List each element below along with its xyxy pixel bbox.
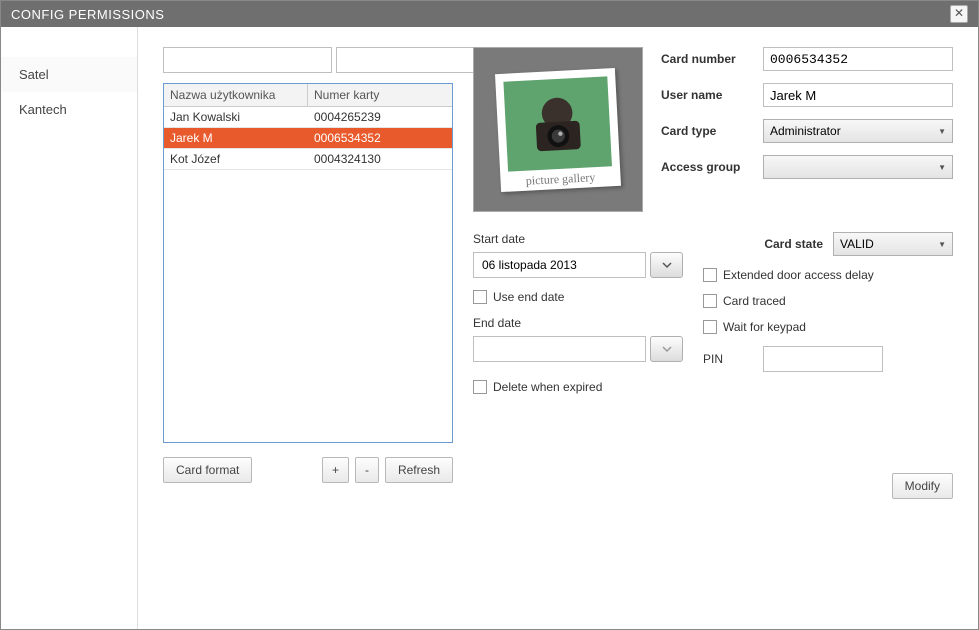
window-body: Satel Kantech Nazwa użytkownika Numer ka…	[1, 27, 978, 629]
table-actions: Card format + - Refresh	[163, 457, 453, 483]
column-header-card[interactable]: Numer karty	[308, 84, 452, 106]
wait-keypad-label: Wait for keypad	[723, 320, 806, 334]
card-type-label: Card type	[661, 124, 753, 138]
photo-caption: picture gallery	[500, 168, 621, 189]
use-end-date-checkbox[interactable]	[473, 290, 487, 304]
window-title: CONFIG PERMISSIONS	[11, 7, 164, 22]
delete-when-expired-label: Delete when expired	[493, 380, 602, 394]
cell-card: 0004324130	[308, 149, 452, 169]
card-number-input[interactable]	[763, 47, 953, 71]
config-permissions-window: CONFIG PERMISSIONS ✕ Satel Kantech Nazwa…	[0, 0, 979, 630]
use-end-date-label: Use end date	[493, 290, 564, 304]
end-date-picker-button[interactable]	[650, 336, 683, 362]
sidebar: Satel Kantech	[1, 27, 138, 629]
access-group-label: Access group	[661, 160, 753, 174]
dates-column: Start date Use end date End date	[473, 232, 683, 406]
user-name-input[interactable]	[763, 83, 953, 107]
remove-user-button[interactable]: -	[355, 457, 379, 483]
titlebar: CONFIG PERMISSIONS ✕	[1, 1, 978, 27]
user-name-label: User name	[661, 88, 753, 102]
sidebar-item-satel[interactable]: Satel	[1, 57, 137, 92]
user-photo-frame[interactable]: picture gallery	[473, 47, 643, 212]
start-date-input[interactable]	[473, 252, 646, 278]
end-date-input[interactable]	[473, 336, 646, 362]
cell-card: 0006534352	[308, 128, 452, 148]
card-state-column: Card state VALID Extended door access de…	[703, 232, 953, 406]
table-row[interactable]: Jan Kowalski 0004265239	[164, 107, 452, 128]
card-state-label: Card state	[703, 237, 823, 251]
extended-delay-checkbox[interactable]	[703, 268, 717, 282]
extended-delay-label: Extended door access delay	[723, 268, 874, 282]
card-traced-label: Card traced	[723, 294, 786, 308]
table-header: Nazwa użytkownika Numer karty	[164, 84, 452, 107]
chevron-down-icon	[662, 260, 672, 270]
cell-name: Jarek M	[164, 128, 308, 148]
delete-when-expired-checkbox[interactable]	[473, 380, 487, 394]
cell-card: 0004265239	[308, 107, 452, 127]
column-header-name[interactable]: Nazwa użytkownika	[164, 84, 308, 106]
close-button[interactable]: ✕	[950, 5, 968, 23]
start-date-label: Start date	[473, 232, 683, 246]
users-table: Nazwa użytkownika Numer karty Jan Kowals…	[163, 83, 453, 443]
filters-row	[163, 47, 453, 73]
details-column: picture gallery Card number User name	[473, 47, 953, 609]
form-fields: Card number User name Card type Administ…	[661, 47, 953, 212]
pin-input[interactable]	[763, 346, 883, 372]
lower-row: Start date Use end date End date	[473, 232, 953, 406]
card-traced-checkbox[interactable]	[703, 294, 717, 308]
top-row: picture gallery Card number User name	[473, 47, 953, 212]
sidebar-item-kantech[interactable]: Kantech	[1, 92, 137, 127]
card-format-button[interactable]: Card format	[163, 457, 252, 483]
chevron-down-icon	[662, 344, 672, 354]
refresh-button[interactable]: Refresh	[385, 457, 453, 483]
table-row[interactable]: Kot Józef 0004324130	[164, 149, 452, 170]
pin-label: PIN	[703, 352, 753, 366]
access-group-dropdown[interactable]	[763, 155, 953, 179]
cell-name: Jan Kowalski	[164, 107, 308, 127]
wait-keypad-checkbox[interactable]	[703, 320, 717, 334]
polaroid: picture gallery	[495, 67, 621, 191]
cell-name: Kot Józef	[164, 149, 308, 169]
camera-icon	[521, 87, 595, 161]
card-number-label: Card number	[661, 52, 753, 66]
photo-placeholder	[503, 76, 612, 171]
end-date-label: End date	[473, 316, 683, 330]
card-state-dropdown[interactable]: VALID	[833, 232, 953, 256]
user-list-column: Nazwa użytkownika Numer karty Jan Kowals…	[163, 47, 453, 609]
start-date-picker-button[interactable]	[650, 252, 683, 278]
name-filter-input[interactable]	[163, 47, 332, 73]
modify-button[interactable]: Modify	[892, 473, 953, 499]
add-user-button[interactable]: +	[322, 457, 349, 483]
table-row[interactable]: Jarek M 0006534352	[164, 128, 452, 149]
card-type-dropdown[interactable]: Administrator	[763, 119, 953, 143]
main-panel: Nazwa użytkownika Numer karty Jan Kowals…	[138, 27, 978, 629]
